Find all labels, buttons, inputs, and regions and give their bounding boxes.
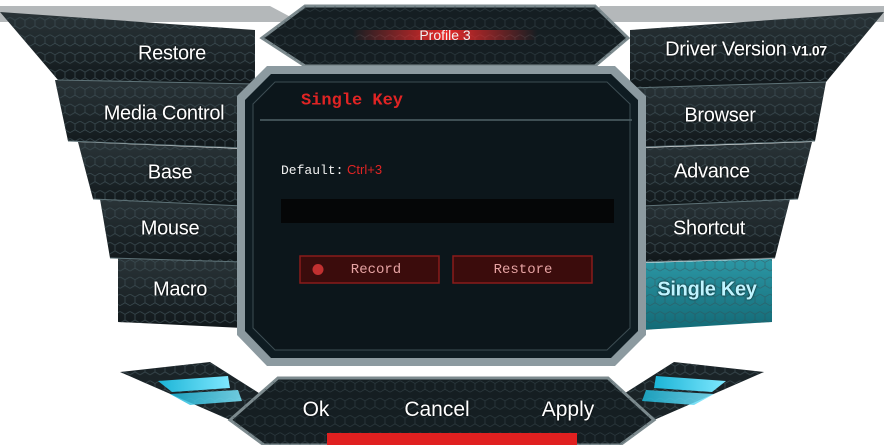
left-menu-mouse[interactable]: Mouse: [141, 218, 200, 241]
right-menu-single-key[interactable]: Single Key: [657, 279, 757, 302]
default-label: Default:: [281, 163, 344, 178]
left-menu-shapes: [0, 12, 256, 328]
restore-button-label: Restore: [493, 262, 553, 278]
driver-version-number: V1.07: [791, 42, 827, 59]
restore-button[interactable]: Restore: [453, 256, 592, 283]
cancel-button[interactable]: Cancel: [404, 398, 469, 422]
ui-frame: [0, 4, 884, 445]
record-button-label: Record: [350, 262, 402, 278]
left-menu-restore[interactable]: Restore: [138, 43, 206, 66]
key-input[interactable]: [283, 200, 614, 222]
default-value: Ctrl+3: [347, 162, 383, 177]
right-menu-shortcut[interactable]: Shortcut: [673, 218, 745, 241]
right-menu-advance[interactable]: Advance: [674, 161, 750, 184]
driver-version-label: Driver Version: [665, 38, 787, 61]
left-menu-macro[interactable]: Macro: [153, 279, 207, 302]
default-shortcut-row: Default: Ctrl+3: [281, 162, 382, 178]
apply-button[interactable]: Apply: [542, 398, 595, 422]
profile-label: Profile 3: [419, 27, 471, 43]
ok-button[interactable]: Ok: [303, 398, 330, 422]
record-button[interactable]: Record: [300, 256, 439, 283]
dialog-title: Single Key: [300, 91, 404, 111]
left-menu-media-control[interactable]: Media Control: [104, 103, 225, 126]
right-menu-driver-version[interactable]: Driver Version V1.07: [665, 39, 827, 62]
right-menu-browser[interactable]: Browser: [684, 105, 756, 128]
left-menu-base[interactable]: Base: [148, 162, 193, 185]
